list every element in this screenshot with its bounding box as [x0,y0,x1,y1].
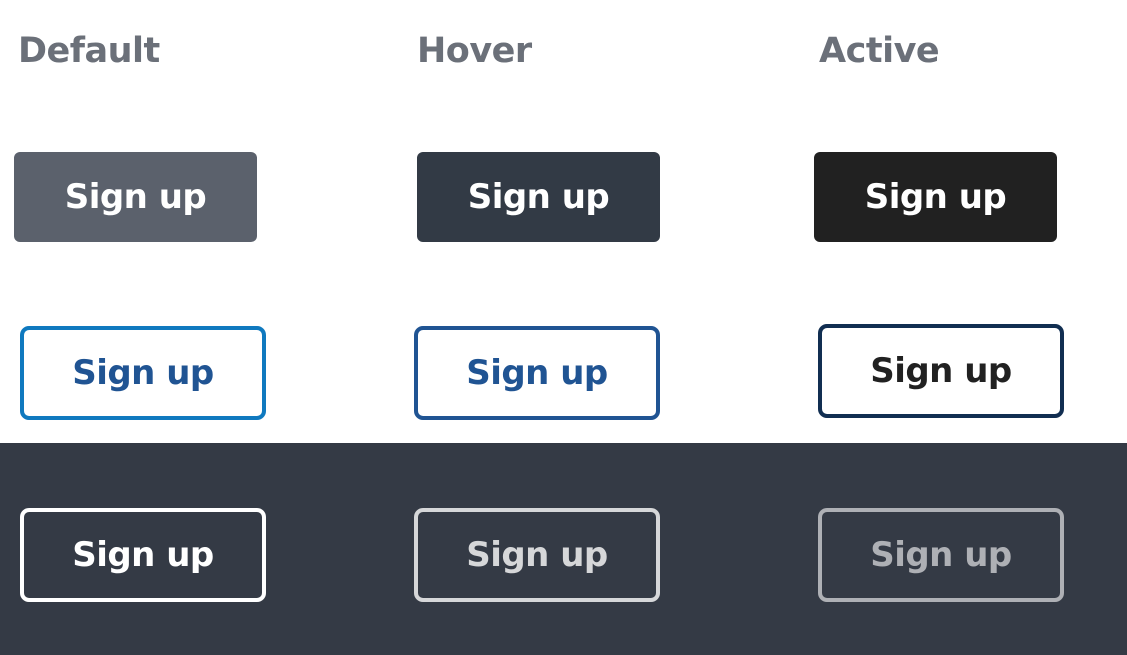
primary-button-hover[interactable]: Sign up [417,152,660,242]
heading-active: Active [819,31,940,71]
dark-background-band: Sign up Sign up Sign up [0,443,1127,655]
outline-button-active[interactable]: Sign up [818,324,1064,418]
primary-button-default[interactable]: Sign up [14,152,257,242]
heading-default: Default [18,31,160,71]
outline-button-default[interactable]: Sign up [20,326,266,420]
outline-button-hover[interactable]: Sign up [414,326,660,420]
inverse-button-default[interactable]: Sign up [20,508,266,602]
inverse-button-hover[interactable]: Sign up [414,508,660,602]
inverse-button-active[interactable]: Sign up [818,508,1064,602]
heading-hover: Hover [417,31,532,71]
primary-button-active[interactable]: Sign up [814,152,1057,242]
